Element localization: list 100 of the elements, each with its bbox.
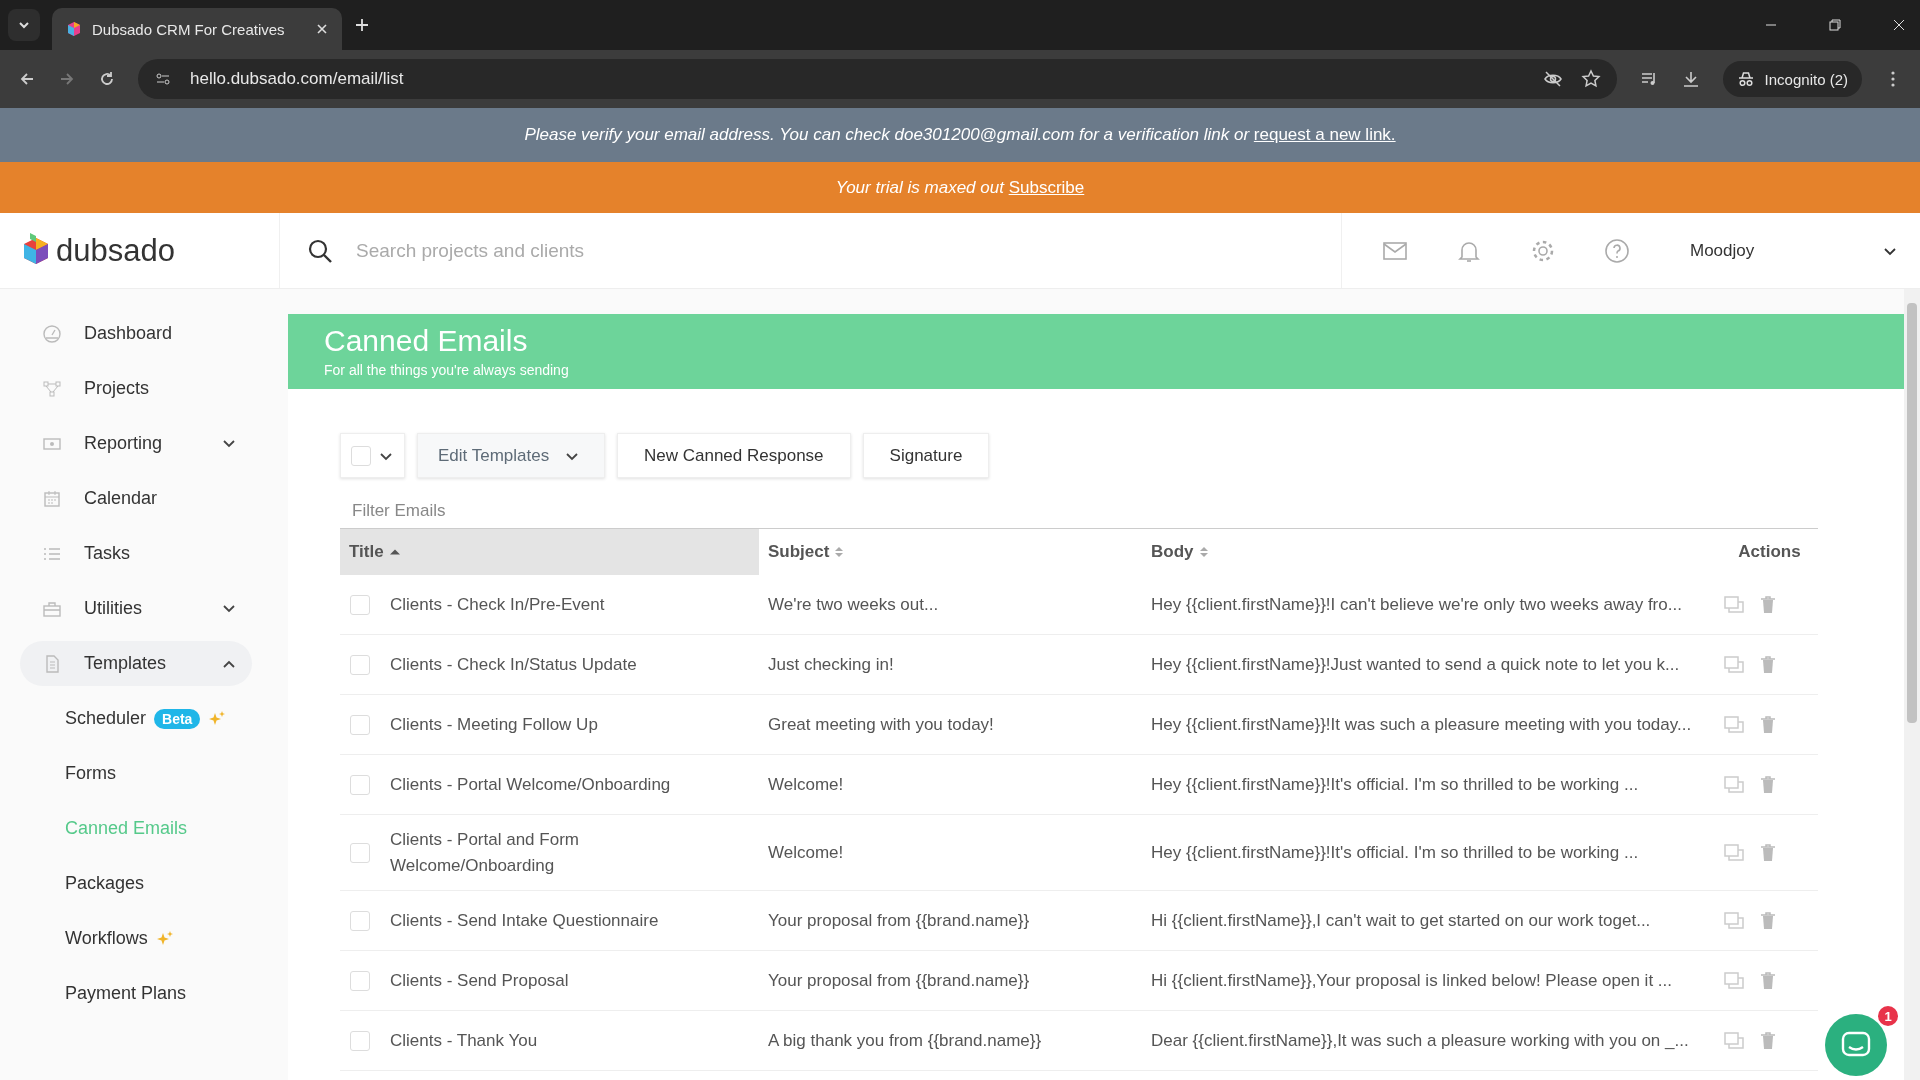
toolbar-button[interactable]: New Canned Response <box>617 433 851 478</box>
checkbox[interactable] <box>350 910 370 931</box>
sort-up-icon[interactable] <box>389 549 400 555</box>
site-info-icon[interactable] <box>154 70 172 88</box>
trash-icon[interactable] <box>1760 1031 1776 1050</box>
table-cell-text: Welcome! <box>768 841 844 864</box>
trash-icon[interactable] <box>1760 843 1776 862</box>
tab-title: Dubsado CRM For Creatives <box>92 20 286 38</box>
sidebar-item[interactable]: Scheduler <box>65 708 147 729</box>
table-cell-text: Clients - Portal and Form Welcome/Onboarding <box>390 829 580 877</box>
nodes-icon <box>42 378 62 399</box>
scrollbar[interactable] <box>1904 289 1920 1080</box>
table-cell-text: Clients - Send Proposal <box>390 969 569 992</box>
copy-icon[interactable] <box>1724 911 1744 930</box>
gauge-icon <box>42 323 62 344</box>
edit-templates-dropdown[interactable]: Edit Templates <box>417 433 605 478</box>
checkbox[interactable] <box>350 1030 370 1051</box>
sort-icon[interactable] <box>1199 547 1208 557</box>
checkbox[interactable] <box>350 654 370 675</box>
copy-icon[interactable] <box>1724 971 1744 990</box>
table-cell-text: Hey {{client.firstName}}!I can't believe we're only two weeks away fro... <box>1151 593 1682 616</box>
copy-icon[interactable] <box>1724 1031 1744 1050</box>
restore-icon[interactable] <box>1828 18 1842 32</box>
checkbox[interactable] <box>350 714 370 735</box>
sidebar-item[interactable]: Calendar <box>20 476 252 521</box>
close-icon[interactable] <box>316 23 328 35</box>
sidebar-item[interactable]: Payment Plans <box>65 983 187 1004</box>
trash-icon[interactable] <box>1760 715 1776 734</box>
sort-icon[interactable] <box>835 547 844 557</box>
table-cell-text: We're two weeks out... <box>768 593 939 616</box>
sidebar-item[interactable]: Tasks <box>20 531 252 576</box>
copy-icon[interactable] <box>1724 843 1744 862</box>
table-cell-text: Great meeting with you today! <box>768 713 994 736</box>
trial-message: Your trial is maxed out Subscribe <box>835 177 1085 198</box>
table-cell-text: Hey {{client.firstName}}!Just wanted to send a quick note to let you k... <box>1151 653 1680 676</box>
favicon-icon <box>66 21 82 37</box>
sidebar-item[interactable]: Templates <box>20 641 252 686</box>
copy-icon[interactable] <box>1724 595 1744 614</box>
copy-icon[interactable] <box>1724 775 1744 794</box>
table-cell-text: Clients - Portal Welcome/Onboarding <box>390 773 671 796</box>
address-bar[interactable]: hello.dubsado.com/email/list <box>138 59 1617 99</box>
table-cell-text: Clients - Check In/Status Update <box>390 653 637 676</box>
search-field[interactable]: Search projects and clients <box>354 238 1341 263</box>
trash-icon[interactable] <box>1760 911 1776 930</box>
sidebar-item[interactable]: Utilities <box>20 586 252 631</box>
select-all-dropdown[interactable] <box>340 433 405 478</box>
trash-icon[interactable] <box>1760 775 1776 794</box>
user-menu[interactable]: Moodjoy <box>1670 240 1920 261</box>
table-cell-text: Your proposal from {{brand.name}} <box>768 909 1030 932</box>
browser-tab[interactable]: Dubsado CRM For Creatives <box>52 8 342 50</box>
incognito-icon <box>1736 70 1755 88</box>
reload-icon[interactable] <box>98 70 116 88</box>
star-icon[interactable] <box>1580 69 1601 89</box>
checkbox[interactable] <box>350 970 370 991</box>
eye-off-icon[interactable] <box>1542 69 1563 89</box>
checkbox[interactable] <box>351 445 371 466</box>
table-cell-text: Clients - Meeting Follow Up <box>390 713 598 736</box>
chat-icon <box>1841 1031 1871 1059</box>
table-cell-text: Hey {{client.firstName}}!It's official. I'm so thrilled to be working ... <box>1151 841 1639 864</box>
page-title: Canned Emails <box>324 324 529 358</box>
trash-icon[interactable] <box>1760 595 1776 614</box>
checkbox[interactable] <box>350 842 370 863</box>
table-cell-text: Clients - Thank You <box>390 1029 538 1052</box>
calendar-icon <box>42 488 62 509</box>
table-cell-text: Hey {{client.firstName}}!It's official. I'm so thrilled to be working ... <box>1151 773 1639 796</box>
url-text: hello.dubsado.com/email/list <box>190 69 404 89</box>
table-cell-text: Hi {{client.firstName}},I can't wait to get started on our work toget... <box>1151 909 1651 932</box>
beta-badge: Beta <box>154 708 201 729</box>
tab-list-button[interactable] <box>8 9 40 41</box>
trash-icon[interactable] <box>1760 971 1776 990</box>
table-cell-text: Clients - Check In/Pre-Event <box>390 593 605 616</box>
filter-field[interactable]: Filter Emails <box>350 500 654 522</box>
incognito-button[interactable]: Incognito (2) <box>1722 61 1862 97</box>
table-cell-text: Welcome! <box>768 773 844 796</box>
help-icon[interactable] <box>1604 237 1630 264</box>
sidebar-item[interactable]: Workflows <box>65 928 148 949</box>
sidebar-item[interactable]: Reporting <box>20 421 252 466</box>
table-cell-text: Your proposal from {{brand.name}} <box>768 969 1030 992</box>
table-cell-text: Dear {{client.firstName}},It was such a pleasure working with you on _... <box>1151 1029 1689 1052</box>
column-header[interactable]: Title <box>349 542 384 562</box>
sidebar-item[interactable]: Projects <box>20 366 252 411</box>
copy-icon[interactable] <box>1724 715 1744 734</box>
sidebar-item[interactable]: Dashboard <box>20 311 252 356</box>
column-header[interactable]: Subject <box>768 542 830 562</box>
checkbox[interactable] <box>350 774 370 795</box>
column-header[interactable]: Body <box>1151 542 1194 562</box>
new-link-link[interactable]: request a new link. <box>1253 125 1396 144</box>
toolbar-button[interactable]: Signature <box>862 433 990 478</box>
verification-message: Please verify your email address. You can check doe301200@gmail.com for a verification link or request a new link. <box>524 125 1396 145</box>
close-icon[interactable] <box>1892 18 1906 32</box>
checkbox[interactable] <box>350 594 370 615</box>
table-cell-text: Hey {{client.firstName}}!It was such a pleasure meeting with you today... <box>1151 713 1692 736</box>
copy-icon[interactable] <box>1724 655 1744 674</box>
sidebar-item[interactable]: Forms <box>65 763 116 784</box>
trash-icon[interactable] <box>1760 655 1776 674</box>
sidebar-item[interactable]: Packages <box>65 873 145 894</box>
logo-text: dubsado <box>56 232 175 269</box>
column-header: Actions <box>1738 542 1801 562</box>
new-tab-icon[interactable] <box>354 17 370 33</box>
table-cell-text: Hi {{client.firstName}},Your proposal is linked below! Please open it ... <box>1151 969 1672 992</box>
